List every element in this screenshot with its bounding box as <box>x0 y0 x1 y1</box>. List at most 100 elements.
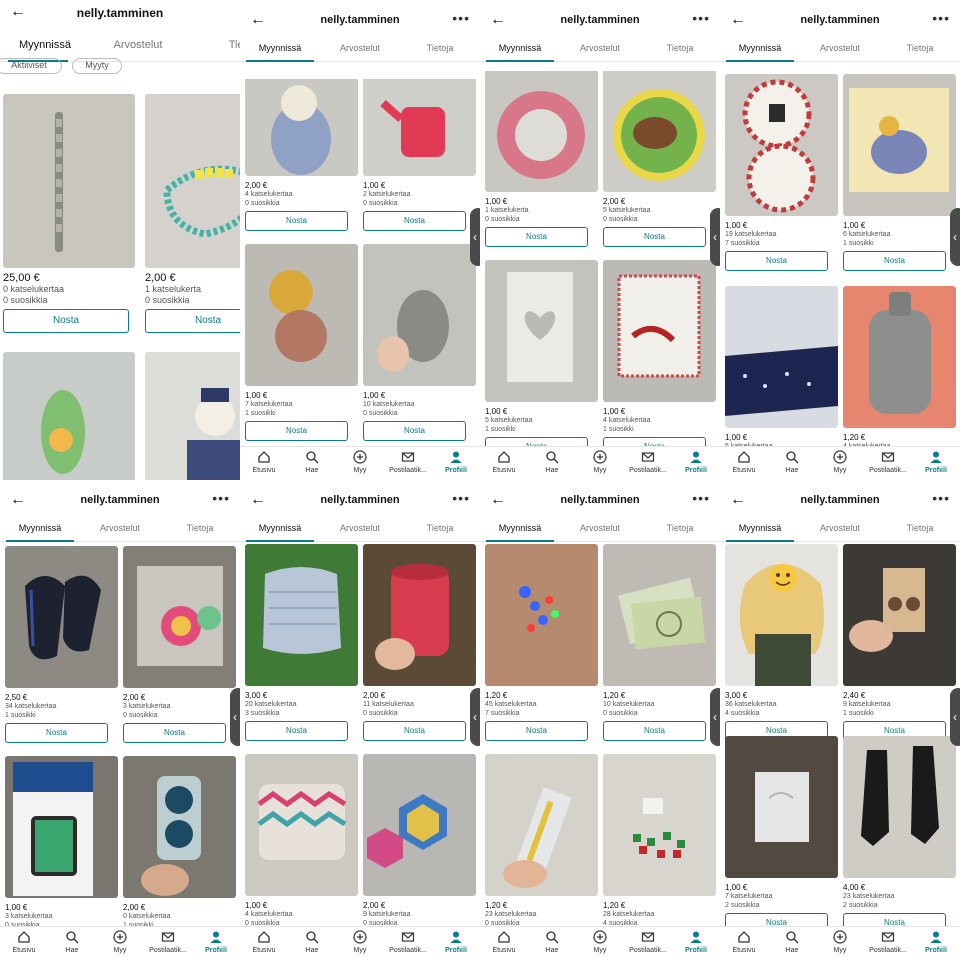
chevron-left-icon[interactable]: ‹ <box>950 208 960 266</box>
nav-myy[interactable]: Myy <box>816 450 864 474</box>
more-horizontal-icon[interactable]: ••• <box>452 490 470 506</box>
listing-photo[interactable] <box>603 754 716 896</box>
tab-myynnissa[interactable]: Myynnissä <box>0 523 80 533</box>
nav-profiili[interactable]: Profiili <box>672 450 720 474</box>
tab-arvostelut[interactable]: Arvostelut <box>320 523 400 533</box>
nav-etusivu[interactable]: Etusivu <box>480 450 528 474</box>
listing-card[interactable]: 2,00 € 5 katselukertaa 0 suosikkia Nosta <box>603 64 716 247</box>
arrow-left-icon[interactable]: ← <box>490 12 506 28</box>
tab-tietoja[interactable]: Tietoja <box>880 523 960 533</box>
listing-card[interactable]: 2,00 € 3 katselukertaa 0 suosikkia Nosta <box>123 546 236 743</box>
tab-tietoja[interactable]: Tietoja <box>400 523 480 533</box>
more-horizontal-icon[interactable]: ••• <box>212 490 230 506</box>
arrow-left-icon[interactable]: ← <box>10 492 26 508</box>
nav-etusivu[interactable]: Etusivu <box>720 450 768 474</box>
listing-photo[interactable] <box>843 544 956 686</box>
listing-photo[interactable] <box>363 64 476 176</box>
nav-etusivu[interactable]: Etusivu <box>480 930 528 954</box>
listing-card[interactable]: 1,00 € 4 katselukertaa 0 suosikkia <box>245 754 358 928</box>
arrow-left-icon[interactable]: ← <box>730 492 746 508</box>
nav-postilaatikko[interactable]: Postilaatik... <box>384 450 432 474</box>
nav-hae[interactable]: Hae <box>48 930 96 954</box>
listing-card[interactable] <box>3 352 135 480</box>
tab-tietoja[interactable]: Tietoja <box>640 43 720 53</box>
tab-arvostelut[interactable]: Arvostelut <box>800 523 880 533</box>
nosta-button[interactable]: Nosta <box>245 421 348 441</box>
nosta-button[interactable]: Nosta <box>145 309 240 333</box>
chevron-left-icon[interactable]: ‹ <box>710 208 720 266</box>
nav-profiili[interactable]: Profiili <box>432 930 480 954</box>
listing-card[interactable]: 1,00 € 6 katselukertaa 1 suosikki Nosta <box>843 74 956 271</box>
more-horizontal-icon[interactable]: ••• <box>452 10 470 26</box>
nosta-button[interactable]: Nosta <box>3 309 129 333</box>
listing-card[interactable]: 2,00 € 0 katselukertaa 1 suosikki <box>123 756 236 930</box>
listing-photo[interactable] <box>363 754 476 896</box>
nav-myy[interactable]: Myy <box>336 930 384 954</box>
nav-postilaatikko[interactable]: Postilaatik... <box>864 450 912 474</box>
listing-card[interactable]: 2,00 € 11 katselukertaa 0 suosikkia Nost… <box>363 544 476 741</box>
listing-photo[interactable] <box>123 756 236 898</box>
arrow-left-icon[interactable]: ← <box>730 12 746 28</box>
arrow-left-icon[interactable]: ← <box>250 12 266 28</box>
listing-card[interactable]: 1,00 € 5 katselukertaa <box>725 286 838 451</box>
listing-photo[interactable] <box>145 352 240 480</box>
listing-card[interactable] <box>145 352 240 480</box>
more-horizontal-icon[interactable]: ••• <box>932 490 950 506</box>
listing-photo[interactable] <box>843 286 956 428</box>
nav-hae[interactable]: Hae <box>288 450 336 474</box>
more-horizontal-icon[interactable]: ••• <box>692 10 710 26</box>
nav-postilaatikko[interactable]: Postilaatik... <box>384 930 432 954</box>
chevron-left-icon[interactable]: ‹ <box>710 688 720 746</box>
listing-photo[interactable] <box>725 736 838 878</box>
tab-arvostelut[interactable]: Arvostelut <box>560 523 640 533</box>
listing-photo[interactable] <box>363 544 476 686</box>
listing-photo[interactable] <box>145 94 240 268</box>
listing-card[interactable]: 1,00 € 7 katselukertaa 1 suosikki Nosta <box>245 244 358 441</box>
listing-photo[interactable] <box>485 754 598 896</box>
listing-card[interactable]: 1,00 € 1 katselukerta 0 suosikkia Nosta <box>485 64 598 247</box>
listing-card[interactable]: 1,00 € 5 katselukertaa 1 suosikki Nosta <box>485 260 598 457</box>
listing-card[interactable]: 1,00 € 2 katselukertaa 0 suosikkia Nosta <box>363 64 476 231</box>
listing-card[interactable]: 1,20 € 23 katselukertaa 0 suosikkia <box>485 754 598 928</box>
tab-arvostelut[interactable]: Arvostelut <box>80 523 160 533</box>
nosta-button[interactable]: Nosta <box>245 721 348 741</box>
nosta-button[interactable]: Nosta <box>485 721 588 741</box>
more-horizontal-icon[interactable]: ••• <box>692 490 710 506</box>
nosta-button[interactable]: Nosta <box>603 721 706 741</box>
tab-arvostelut[interactable]: Arvostelut <box>560 43 640 53</box>
nav-myy[interactable]: Myy <box>816 930 864 954</box>
nosta-button[interactable]: Nosta <box>603 227 706 247</box>
nosta-button[interactable]: Nosta <box>5 723 108 743</box>
listing-photo[interactable] <box>3 352 135 480</box>
tab-arvostelut[interactable]: Arvostelut <box>320 43 400 53</box>
arrow-left-icon[interactable]: ← <box>10 4 26 20</box>
listing-card[interactable]: 1,00 € 19 katselukertaa 7 suosikkia Nost… <box>725 74 838 271</box>
nav-profiili[interactable]: Profiili <box>672 930 720 954</box>
tab-myynnissa[interactable]: Myynnissä <box>240 523 320 533</box>
listing-photo[interactable] <box>725 74 838 216</box>
tab-tietoja[interactable]: Tietoja <box>880 43 960 53</box>
nav-hae[interactable]: Hae <box>528 930 576 954</box>
nav-profiili[interactable]: Profiili <box>192 930 240 954</box>
listing-card[interactable]: 2,00 € 4 katselukertaa 0 suosikkia Nosta <box>245 64 358 231</box>
tab-myynnissa[interactable]: Myynnissä <box>0 39 90 51</box>
listing-photo[interactable] <box>485 544 598 686</box>
tab-myynnissa[interactable]: Myynnissä <box>720 523 800 533</box>
listing-photo[interactable] <box>363 244 476 386</box>
tab-tietoja[interactable]: Tietoja <box>640 523 720 533</box>
listing-card[interactable]: 2,40 € 9 katselukertaa 1 suosikki Nosta <box>843 544 956 741</box>
tab-arvostelut[interactable]: Arvostelut <box>93 39 183 51</box>
nav-postilaatikko[interactable]: Postilaatik... <box>624 930 672 954</box>
listing-card[interactable]: 4,00 € 23 katselukertaa 2 suosikkia Nost… <box>843 736 956 933</box>
listing-card[interactable]: 25,00 € 0 katselukertaa 0 suosikkia Nost… <box>3 94 135 333</box>
listing-card[interactable]: 1,00 € 7 katselukertaa 2 suosikkia Nosta <box>725 736 838 933</box>
nav-etusivu[interactable]: Etusivu <box>240 930 288 954</box>
listing-photo[interactable] <box>123 546 236 688</box>
chevron-left-icon[interactable]: ‹ <box>230 688 240 746</box>
listing-card[interactable]: 1,20 € 28 katselukertaa 4 suosikkia <box>603 754 716 928</box>
chevron-left-icon[interactable]: ‹ <box>470 688 480 746</box>
listing-card[interactable]: 1,00 € 4 katselukertaa 1 suosikki Nosta <box>603 260 716 457</box>
more-horizontal-icon[interactable]: ••• <box>932 10 950 26</box>
chevron-left-icon[interactable]: ‹ <box>950 688 960 746</box>
nav-hae[interactable]: Hae <box>768 930 816 954</box>
